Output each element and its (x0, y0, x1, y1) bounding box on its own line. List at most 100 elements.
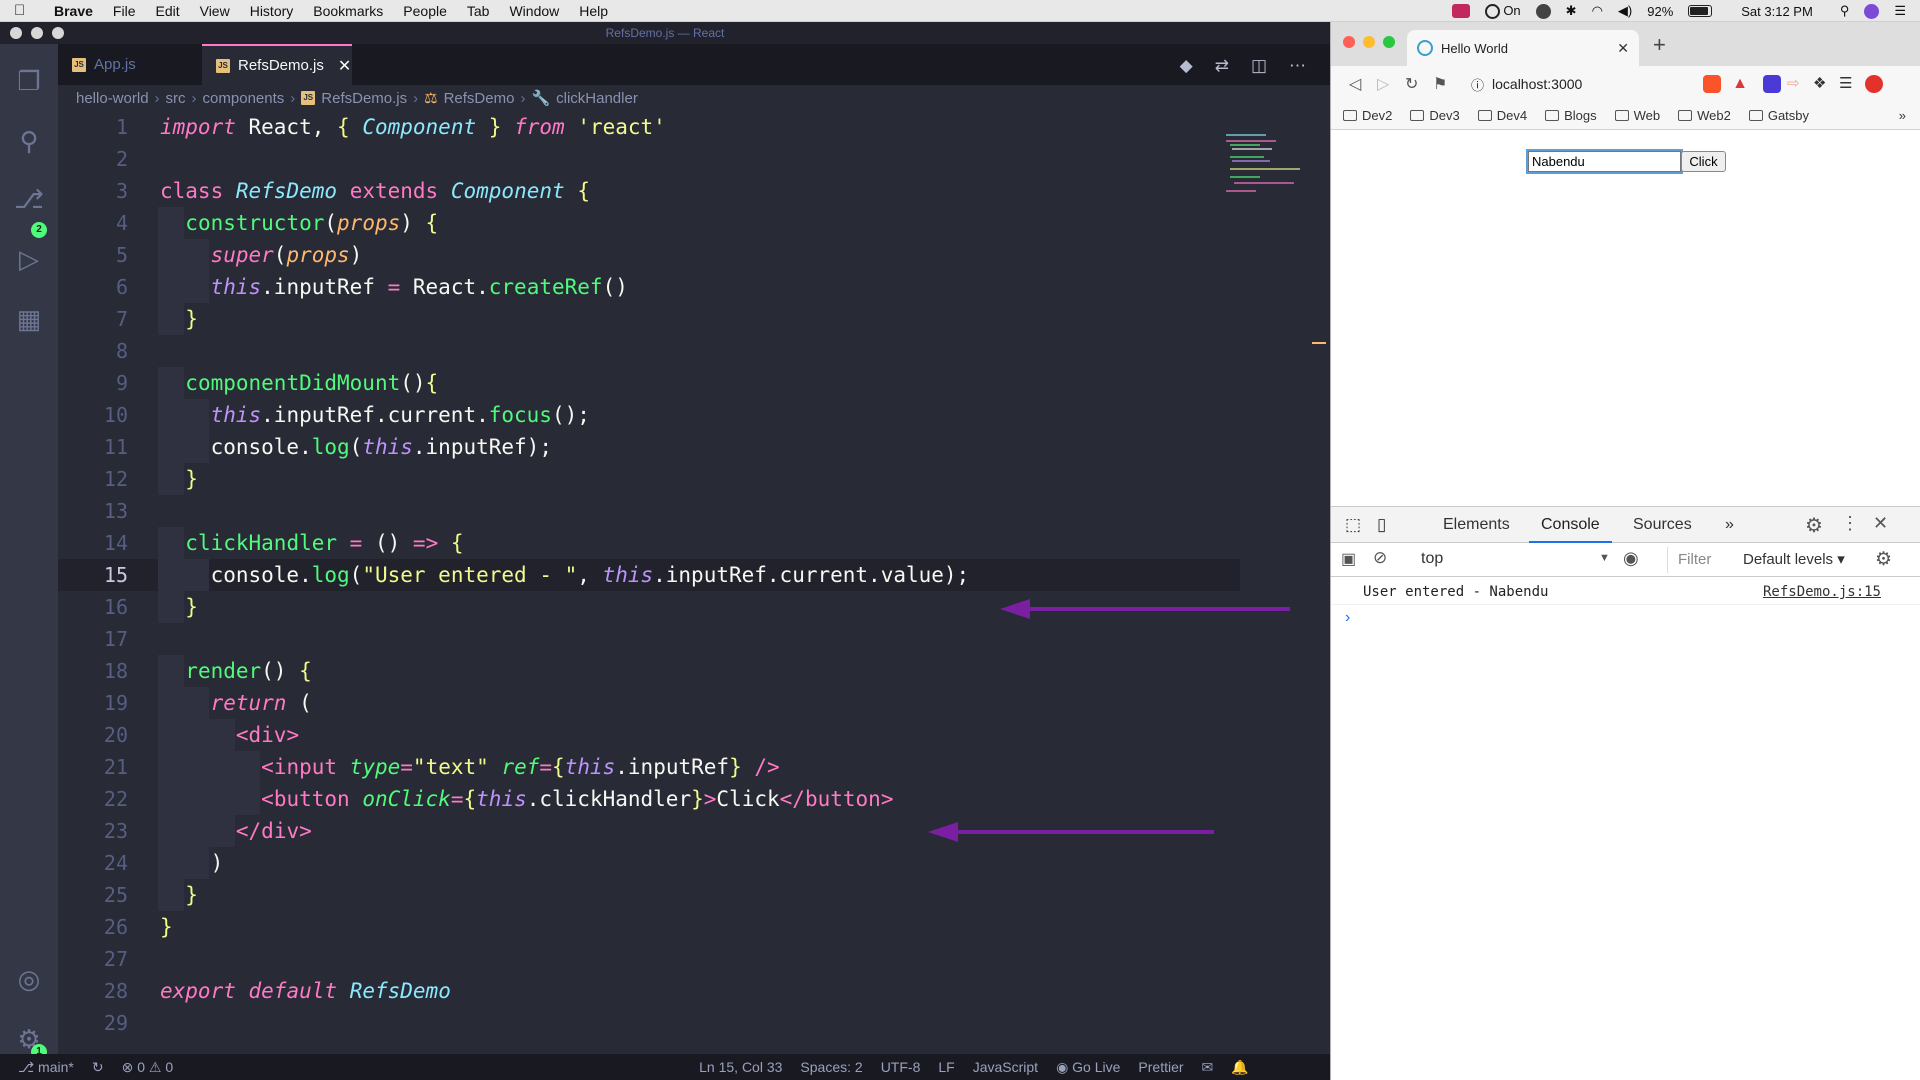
siri-icon[interactable] (1864, 3, 1880, 19)
focus-status[interactable]: On (1484, 3, 1521, 20)
extension-icon[interactable] (1763, 75, 1781, 93)
checkmark-icon[interactable] (1535, 3, 1551, 19)
breadcrumb-item[interactable]: RefsDemo.js (321, 90, 407, 107)
account-icon[interactable]: ◎ (14, 964, 44, 994)
camera-icon[interactable] (1451, 4, 1470, 18)
clear-console-icon[interactable]: ⊘ (1373, 548, 1387, 568)
bookmark-folder-blogs[interactable]: Blogs (1545, 108, 1597, 123)
menu-app-brave[interactable]: Brave (54, 3, 93, 19)
code-line[interactable]: 4 constructor(props) { (58, 207, 1310, 239)
bookmark-folder-web[interactable]: Web (1614, 108, 1660, 123)
reload-icon[interactable]: ↻ (1405, 74, 1418, 94)
brave-shields-icon[interactable] (1703, 75, 1721, 93)
extensions-icon[interactable]: ▦ (14, 304, 44, 334)
menu-help[interactable]: Help (579, 3, 608, 19)
menu-window[interactable]: Window (509, 3, 559, 19)
forward-icon[interactable]: ▷ (1377, 74, 1389, 94)
sync-icon[interactable]: ↻ (92, 1059, 104, 1076)
bookmark-icon[interactable]: ⚑ (1433, 74, 1447, 94)
extensions-puzzle-icon[interactable]: ❖ (1813, 75, 1831, 93)
code-line[interactable]: 7 } (58, 303, 1310, 335)
filter-input[interactable]: Filter (1667, 547, 1729, 573)
end-of-line[interactable]: LF (938, 1059, 954, 1075)
code-line[interactable]: 11 console.log(this.inputRef); (58, 431, 1310, 463)
more-tabs-icon[interactable]: » (1725, 507, 1734, 543)
menu-edit[interactable]: Edit (155, 3, 179, 19)
control-center-icon[interactable]: ☰ (1894, 3, 1906, 19)
minimize-window-button[interactable] (1363, 36, 1375, 48)
breadcrumb-item[interactable]: components (203, 90, 285, 107)
minimap[interactable] (1226, 134, 1316, 194)
apple-icon[interactable]:  (14, 2, 40, 19)
address-bar[interactable]: ⓘ localhost:3000 (1471, 70, 1686, 98)
breadcrumb-item[interactable]: clickHandler (556, 90, 638, 107)
code-line[interactable]: 24 ) (58, 847, 1310, 879)
code-line[interactable]: 3 class RefsDemo extends Component { (58, 175, 1310, 207)
info-icon[interactable]: ⓘ (1471, 75, 1484, 94)
code-line[interactable]: 12 } (58, 463, 1310, 495)
breadcrumb-item[interactable]: src (166, 90, 186, 107)
volume-icon[interactable]: ◀) (1618, 3, 1632, 19)
context-selector[interactable]: top (1421, 550, 1443, 568)
code-line[interactable]: 1 import React, { Component } from 'react… (58, 111, 1310, 143)
minimize-window-button[interactable] (31, 27, 43, 39)
battery-icon[interactable] (1688, 5, 1713, 17)
code-line[interactable]: 28 export default RefsDemo (58, 975, 1310, 1007)
bookmark-folder-gatsby[interactable]: Gatsby (1748, 108, 1809, 123)
console-settings-gear-icon[interactable]: ⚙ (1875, 548, 1892, 571)
profile-icon[interactable] (1865, 75, 1883, 93)
code-line[interactable]: 22 <button onClick={this.clickHandler}>C… (58, 783, 1310, 815)
close-devtools-icon[interactable]: ✕ (1873, 513, 1888, 534)
kebab-menu-icon[interactable]: ⋮ (1841, 513, 1859, 534)
code-line[interactable]: 10 this.inputRef.current.focus(); (58, 399, 1310, 431)
sidebar-toggle-icon[interactable]: ▣ (1341, 549, 1356, 569)
tab-console[interactable]: Console (1529, 507, 1612, 543)
name-input[interactable] (1526, 149, 1683, 174)
cursor-position[interactable]: Ln 15, Col 33 (699, 1059, 782, 1075)
spotlight-search-icon[interactable]: ⚲ (1840, 3, 1850, 19)
close-window-button[interactable] (1343, 36, 1355, 48)
click-button[interactable]: Click (1681, 151, 1726, 172)
reading-list-icon[interactable]: ☰ (1839, 75, 1857, 93)
problems-status[interactable]: ⊗ 0 ⚠ 0 (122, 1059, 174, 1076)
bookmark-folder-web2[interactable]: Web2 (1678, 108, 1731, 123)
menu-view[interactable]: View (200, 3, 230, 19)
more-actions-icon[interactable]: ⋯ (1289, 56, 1306, 76)
console-prompt-icon[interactable]: › (1345, 609, 1350, 627)
code-line[interactable]: 17 (58, 623, 1310, 655)
code-line[interactable]: 29 (58, 1007, 1310, 1039)
language-mode[interactable]: JavaScript (973, 1059, 1038, 1075)
go-live-button[interactable]: ◉ Go Live (1056, 1059, 1120, 1076)
bluetooth-icon[interactable]: ✱ (1566, 3, 1577, 19)
feedback-icon[interactable]: ✉ (1202, 1059, 1214, 1076)
code-line[interactable]: 2 (58, 143, 1310, 175)
close-tab-icon[interactable]: ✕ (1617, 40, 1629, 57)
code-line[interactable]: 21 <input type="text" ref={this.inputRef… (58, 751, 1310, 783)
close-tab-icon[interactable]: ✕ (338, 56, 351, 76)
clock[interactable]: Sat 3:12 PM (1741, 4, 1813, 19)
code-line[interactable]: 26} (58, 911, 1310, 943)
split-editor-icon[interactable]: ◫ (1251, 56, 1267, 76)
code-line[interactable]: 9 componentDidMount(){ (58, 367, 1310, 399)
console-source-link[interactable]: RefsDemo.js:15 (1763, 584, 1881, 600)
bookmark-folder-dev2[interactable]: Dev2 (1343, 108, 1392, 123)
brave-rewards-icon[interactable]: ▲ (1731, 75, 1749, 93)
menu-file[interactable]: File (113, 3, 136, 19)
inspect-element-icon[interactable]: ⬚ (1345, 515, 1361, 535)
branch-status[interactable]: ⎇ main* (18, 1059, 74, 1076)
encoding[interactable]: UTF-8 (881, 1059, 921, 1075)
live-expression-eye-icon[interactable]: ◉ (1623, 548, 1639, 569)
menu-people[interactable]: People (403, 3, 447, 19)
settings-gear-icon[interactable]: ⚙ (1805, 513, 1823, 538)
tab-refsdemo-js[interactable]: JS RefsDemo.js ✕ (202, 44, 352, 85)
git-diamond-icon[interactable]: ◆ (1180, 56, 1193, 76)
code-editor[interactable]: 1 import React, { Component } from 'react… (58, 111, 1310, 1071)
log-levels-dropdown[interactable]: Default levels ▾ (1743, 550, 1845, 568)
code-line[interactable]: 13 (58, 495, 1310, 527)
code-line[interactable]: 8 (58, 335, 1310, 367)
explorer-icon[interactable]: ❐ (14, 66, 44, 96)
search-icon[interactable]: ⚲ (14, 126, 44, 156)
menu-tab[interactable]: Tab (467, 3, 490, 19)
more-bookmarks-icon[interactable]: » (1899, 108, 1906, 123)
zoom-window-button[interactable] (52, 27, 64, 39)
